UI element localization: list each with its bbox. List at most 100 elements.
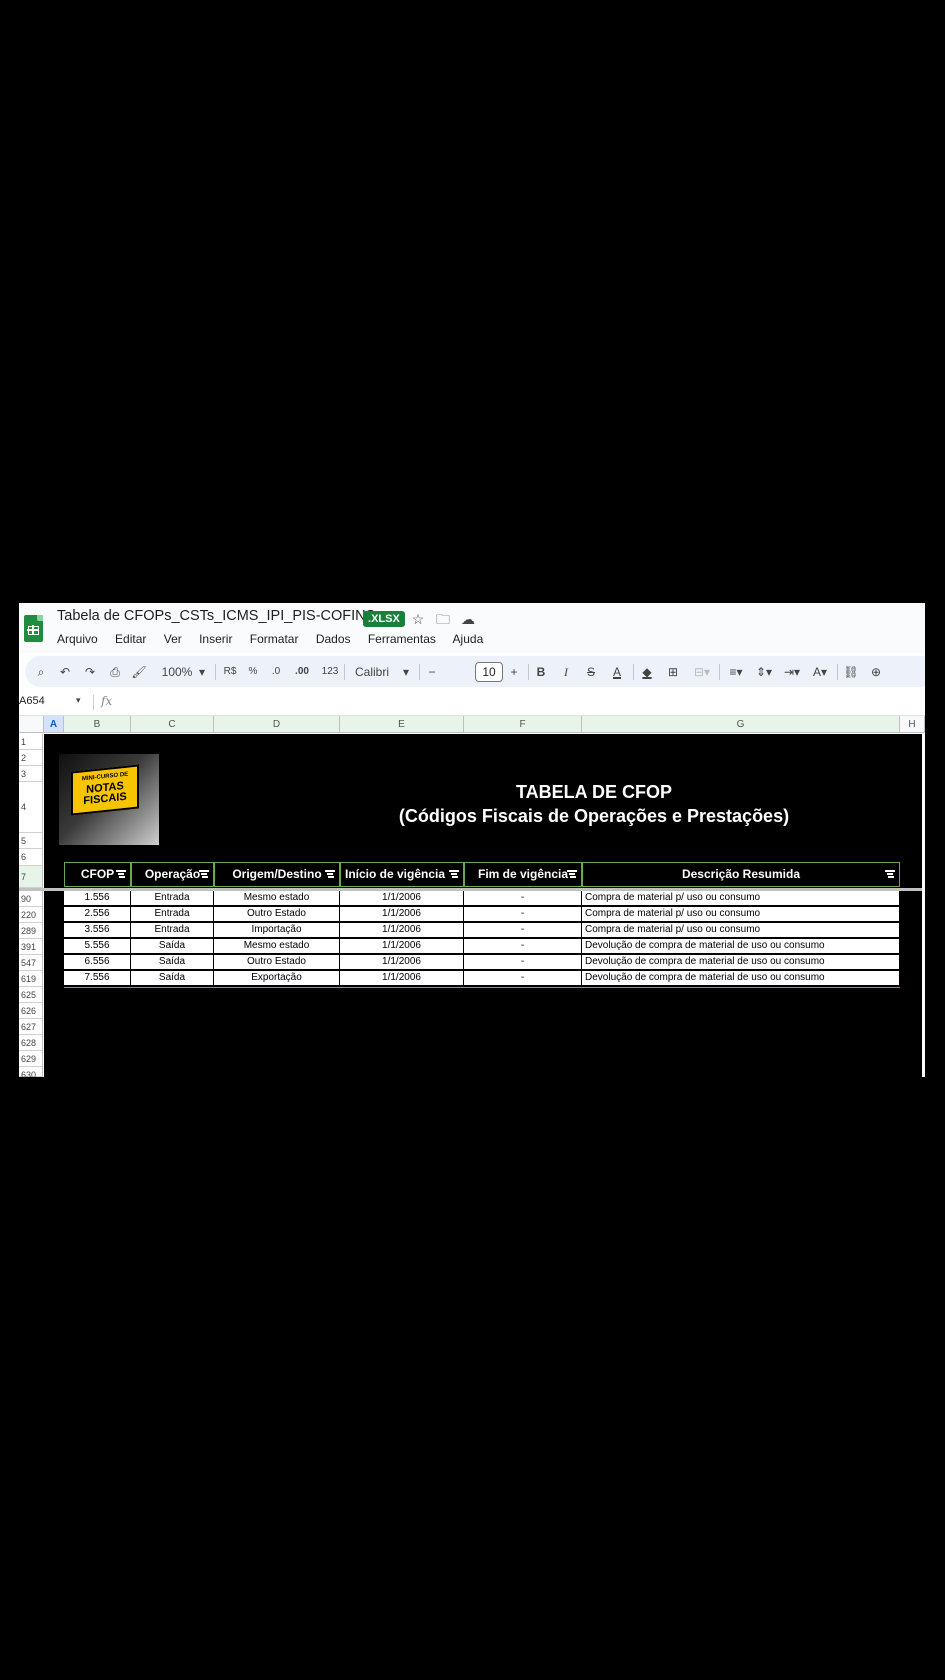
row-header[interactable]: 7	[19, 866, 43, 888]
cell-origem-destino[interactable]: Mesmo estado	[214, 891, 340, 906]
font-dropdown-icon[interactable]: ▾	[401, 663, 411, 681]
column-header-g[interactable]: G	[582, 716, 900, 733]
cell-descricao[interactable]: Devolução de compra de material de uso o…	[582, 955, 900, 970]
cell-operacao[interactable]: Saída	[131, 955, 214, 970]
cell-inicio-vigencia[interactable]: 1/1/2006	[340, 891, 464, 906]
row-header[interactable]: 630	[19, 1067, 43, 1077]
menu-inserir[interactable]: Inserir	[199, 632, 232, 646]
menu-editar[interactable]: Editar	[115, 632, 146, 646]
move-to-folder-icon[interactable]: 🗀	[435, 611, 451, 627]
italic-button[interactable]: I	[559, 663, 573, 681]
row-header[interactable]: 625	[19, 987, 43, 1003]
cell-fim-vigencia[interactable]: -	[464, 923, 582, 938]
cell-descricao[interactable]: Compra de material p/ uso ou consumo	[582, 923, 900, 938]
currency-format-button[interactable]: R$	[221, 663, 239, 681]
cell-cfop[interactable]: 3.556	[64, 923, 131, 938]
row-header[interactable]: 626	[19, 1003, 43, 1019]
filter-icon[interactable]	[567, 868, 577, 878]
cell-cfop[interactable]: 1.556	[64, 891, 131, 906]
decrease-decimal-button[interactable]: .0	[269, 663, 283, 681]
filter-icon[interactable]	[199, 868, 209, 878]
cell-inicio-vigencia[interactable]: 1/1/2006	[340, 971, 464, 986]
cell-fim-vigencia[interactable]: -	[464, 971, 582, 986]
cell-origem-destino[interactable]: Outro Estado	[214, 907, 340, 922]
strikethrough-button[interactable]: S	[584, 663, 598, 681]
cell-descricao[interactable]: Devolução de compra de material de uso o…	[582, 971, 900, 986]
cell-operacao[interactable]: Entrada	[131, 891, 214, 906]
cell-origem-destino[interactable]: Exportação	[214, 971, 340, 986]
cell-cfop[interactable]: 5.556	[64, 939, 131, 954]
name-box-dropdown-icon[interactable]: ▾	[76, 695, 81, 706]
star-icon[interactable]: ☆	[410, 611, 426, 627]
row-header[interactable]: 627	[19, 1019, 43, 1035]
zoom-select[interactable]: 100%	[159, 663, 195, 681]
cell-operacao[interactable]: Entrada	[131, 923, 214, 938]
cell-operacao[interactable]: Saída	[131, 971, 214, 986]
row-header[interactable]: 6	[19, 849, 43, 866]
cell-inicio-vigencia[interactable]: 1/1/2006	[340, 907, 464, 922]
paint-format-icon[interactable]: 🖌	[131, 663, 147, 681]
print-icon[interactable]: ⎙	[107, 663, 123, 681]
cloud-saved-icon[interactable]: ☁	[460, 611, 476, 627]
header-fim-vigencia[interactable]: Fim de vigência	[464, 862, 582, 887]
insert-link-icon[interactable]: ⛓	[843, 663, 859, 681]
cell-operacao[interactable]: Entrada	[131, 907, 214, 922]
menu-ferramentas[interactable]: Ferramentas	[368, 632, 436, 646]
cell-fim-vigencia[interactable]: -	[464, 907, 582, 922]
vertical-align-icon[interactable]: ⇕▾	[753, 663, 775, 681]
column-header-f[interactable]: F	[464, 716, 582, 733]
borders-icon[interactable]: ⊞	[665, 663, 681, 681]
row-header[interactable]: 4	[19, 782, 43, 833]
cell-origem-destino[interactable]: Outro Estado	[214, 955, 340, 970]
header-descricao[interactable]: Descrição Resumida	[582, 862, 900, 887]
row-header[interactable]: 3	[19, 766, 43, 782]
cell-origem-destino[interactable]: Importação	[214, 923, 340, 938]
header-cfop[interactable]: CFOP	[64, 862, 131, 887]
font-select[interactable]: Calibri	[355, 663, 395, 681]
row-header[interactable]: 2	[19, 750, 43, 766]
header-origem-destino[interactable]: Origem/Destino	[214, 862, 340, 887]
fill-color-icon[interactable]: ◆	[639, 663, 655, 681]
number-format-button[interactable]: 123	[321, 663, 339, 681]
increase-decimal-button[interactable]: .00	[293, 663, 311, 681]
increase-font-size-icon[interactable]: +	[507, 663, 521, 681]
row-header[interactable]: 619	[19, 971, 43, 987]
text-wrapping-icon[interactable]: ⇥▾	[781, 663, 803, 681]
filter-icon[interactable]	[325, 868, 335, 878]
menu-ver[interactable]: Ver	[164, 632, 182, 646]
cell-fim-vigencia[interactable]: -	[464, 939, 582, 954]
menu-ajuda[interactable]: Ajuda	[453, 632, 484, 646]
row-header[interactable]: 5	[19, 833, 43, 849]
cell-descricao[interactable]: Compra de material p/ uso ou consumo	[582, 907, 900, 922]
header-operacao[interactable]: Operação	[131, 862, 214, 887]
menu-formatar[interactable]: Formatar	[250, 632, 299, 646]
filter-icon[interactable]	[449, 868, 459, 878]
font-size-input[interactable]: 10	[475, 662, 503, 682]
column-header-a[interactable]: A	[44, 716, 64, 733]
column-header-d[interactable]: D	[214, 716, 340, 733]
menu-arquivo[interactable]: Arquivo	[57, 632, 98, 646]
cell-descricao[interactable]: Devolução de compra de material de uso o…	[582, 939, 900, 954]
cell-cfop[interactable]: 6.556	[64, 955, 131, 970]
row-header[interactable]: 629	[19, 1051, 43, 1067]
cell-cfop[interactable]: 7.556	[64, 971, 131, 986]
text-color-button[interactable]: A	[610, 663, 624, 681]
cell-inicio-vigencia[interactable]: 1/1/2006	[340, 923, 464, 938]
row-header[interactable]: 391	[19, 939, 43, 955]
column-header-e[interactable]: E	[340, 716, 464, 733]
cell-inicio-vigencia[interactable]: 1/1/2006	[340, 955, 464, 970]
header-inicio-vigencia[interactable]: Início de vigência	[340, 862, 464, 887]
cell-descricao[interactable]: Compra de material p/ uso ou consumo	[582, 891, 900, 906]
cell-origem-destino[interactable]: Mesmo estado	[214, 939, 340, 954]
row-header[interactable]: 90	[19, 891, 43, 907]
column-header-b[interactable]: B	[64, 716, 131, 733]
row-header[interactable]: 1	[19, 734, 43, 750]
cell-inicio-vigencia[interactable]: 1/1/2006	[340, 939, 464, 954]
menu-dados[interactable]: Dados	[316, 632, 351, 646]
horizontal-align-icon[interactable]: ≡▾	[725, 663, 747, 681]
bold-button[interactable]: B	[534, 663, 548, 681]
select-all-corner[interactable]	[19, 716, 44, 733]
column-header-c[interactable]: C	[131, 716, 214, 733]
row-header[interactable]: 628	[19, 1035, 43, 1051]
row-header[interactable]: 220	[19, 907, 43, 923]
